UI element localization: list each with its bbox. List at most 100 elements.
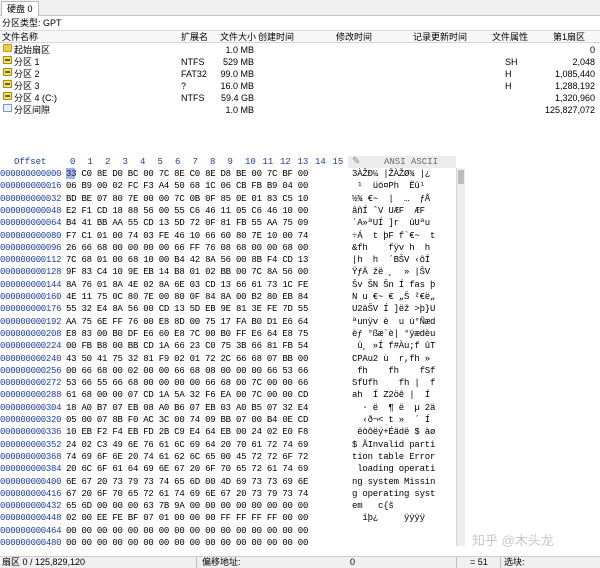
hex-bytes[interactable]: AA 75 6E FF 76 00 E8 8D 00 75 17 FA B0 D… xyxy=(66,316,308,329)
hex-bytes[interactable]: 7C 68 01 00 68 10 00 B4 42 8A 56 00 8B F… xyxy=(66,254,308,267)
ascii-text[interactable]: loading operati xyxy=(352,463,435,476)
ascii-charset-label[interactable]: ANSI ASCII xyxy=(384,156,438,168)
ascii-text[interactable]: tion table Error xyxy=(352,451,435,464)
hex-bytes[interactable]: 24 02 C3 49 6E 76 61 6C 69 64 20 70 61 7… xyxy=(66,439,308,452)
ascii-text[interactable]: ¹ üó¤Ph Ëû¹ xyxy=(352,180,425,193)
partition-row[interactable]: 分区 3? 16.0 MB H 1,288,192 xyxy=(0,80,600,92)
ascii-text[interactable]: SfUfh fh | f xyxy=(352,377,435,390)
column-header-size[interactable]: 文件大小 xyxy=(220,31,256,43)
hex-bytes[interactable]: 61 68 00 00 07 CD 1A 5A 32 F6 EA 00 7C 0… xyxy=(66,389,308,402)
hex-bytes[interactable]: 20 6C 6F 61 64 69 6E 67 20 6F 70 65 72 6… xyxy=(66,463,308,476)
scrollbar-thumb[interactable] xyxy=(458,170,464,184)
hex-bytes[interactable]: E8 83 00 B0 DF E6 60 E8 7C 00 B0 FF E6 6… xyxy=(66,328,308,341)
hex-bytes[interactable]: 55 32 E4 8A 56 00 CD 13 5D EB 9E 81 3E F… xyxy=(66,303,308,316)
ascii-text[interactable]: N u €~ € „Š ²€ë„ xyxy=(352,291,435,304)
ascii-text[interactable]: ‹ð¬< t » ´ Í xyxy=(352,414,430,427)
ascii-text[interactable]: 3ÀŽÐ¼ |ŽÀŽØ¾ |¿ xyxy=(352,168,430,181)
status-bar: 扇区 0 / 125,829,120 偏移地址: 0 = 51 选块: xyxy=(0,556,600,568)
column-header-name[interactable]: 文件名称 xyxy=(2,31,38,43)
hex-column-number: 10 xyxy=(245,157,256,167)
partition-ext: ? xyxy=(181,81,187,91)
column-header-attributes[interactable]: 文件属性 xyxy=(492,31,528,43)
partition-row[interactable]: 分区 2 FAT32 99.0 MB H 1,085,440 xyxy=(0,68,600,80)
column-header-modified[interactable]: 修改时间 xyxy=(336,31,372,43)
partition-row[interactable]: 起始扇区 1.0 MB 0 xyxy=(0,44,600,56)
partition-size: 16.0 MB xyxy=(220,81,254,91)
hex-bytes[interactable]: 4E 11 75 0C 80 7E 00 80 0F 84 8A 00 B2 8… xyxy=(66,291,308,304)
column-header-created[interactable]: 创建时间 xyxy=(258,31,294,43)
hex-bytes[interactable]: 74 69 6F 6E 20 74 61 62 6C 65 00 45 72 7… xyxy=(66,451,308,464)
partition-table: 文件名称 扩展名 文件大小 创建时间 修改时间 记录更新时间 文件属性 第1扇区… xyxy=(0,30,600,158)
hex-bytes[interactable]: 9F 83 C4 10 9E EB 14 B8 01 02 BB 00 7C 8… xyxy=(66,266,308,279)
hex-bytes[interactable]: 02 00 EE FE BF 07 01 00 00 00 FF FF FF F… xyxy=(66,512,308,525)
column-header-record-updated[interactable]: 记录更新时间 xyxy=(413,31,467,43)
status-divider xyxy=(500,557,501,568)
hex-bytes[interactable]: BD BE 07 80 7E 00 00 7C 0B 0F 85 0E 01 8… xyxy=(66,193,308,206)
hex-bytes[interactable]: 43 50 41 75 32 81 F9 02 01 72 2C 66 68 0… xyxy=(66,353,308,366)
ascii-text[interactable]: âñÍ ˆV UÆF ÆF xyxy=(352,205,425,218)
status-divider xyxy=(456,557,457,568)
hex-bytes[interactable]: 00 00 00 00 00 00 00 00 00 00 00 00 00 0… xyxy=(66,525,308,538)
ascii-text[interactable]: ´A»ªUÍ ]r ûUªu xyxy=(352,217,430,230)
right-empty-pane xyxy=(466,156,600,546)
ascii-text[interactable]: Šv ŠN Šn Í fas þ xyxy=(352,279,435,292)
ascii-text[interactable]: g operating syst xyxy=(352,488,435,501)
hex-bytes[interactable]: 33 C0 8E D0 BC 00 7C 8E C0 8E D8 BE 00 7… xyxy=(66,168,308,181)
ascii-text[interactable]: em c{š xyxy=(352,500,394,513)
hex-bytes[interactable]: 05 00 07 8B F0 AC 3C 00 74 09 BB 07 00 B… xyxy=(66,414,308,427)
tab-disk-0[interactable]: 硬盘 0 xyxy=(1,1,39,16)
hex-bytes[interactable]: 26 66 68 00 00 00 00 66 FF 76 08 68 00 0… xyxy=(66,242,308,255)
ascii-text[interactable]: · ë ¶ ë µ 2ä xyxy=(352,402,435,415)
partition-first-sector: 1,085,440 xyxy=(554,69,595,79)
ascii-text[interactable]: îþ¿ ÿÿÿÿ xyxy=(352,512,425,525)
hex-bytes[interactable]: 8A 76 01 8A 4E 02 8A 6E 03 CD 13 66 61 7… xyxy=(66,279,308,292)
ascii-text[interactable]: ah Í Z2öê | Í xyxy=(352,389,430,402)
hex-bytes[interactable]: 00 00 00 00 00 00 00 00 00 00 00 00 00 0… xyxy=(66,537,308,550)
hex-offset: 000000000272 xyxy=(0,378,62,389)
hex-column-number: 9 xyxy=(227,157,233,167)
hex-cursor xyxy=(66,168,75,179)
hex-bytes[interactable]: 18 A0 B7 07 EB 08 A0 B6 07 EB 03 A0 B5 0… xyxy=(66,402,308,415)
ascii-text[interactable]: U2äŠV Í ]ëž >þ}U xyxy=(352,303,435,316)
hex-bytes[interactable]: F7 C1 01 00 74 03 FE 46 10 66 60 80 7E 1… xyxy=(66,230,308,243)
hex-offset: 000000000032 xyxy=(0,193,62,204)
hex-column-number: 8 xyxy=(210,157,216,167)
partition-name: 分区间隙 xyxy=(14,105,51,115)
hex-offset: 000000000192 xyxy=(0,316,62,327)
hex-bytes[interactable]: 06 B9 00 02 FC F3 A4 50 68 1C 06 CB FB B… xyxy=(66,180,308,193)
hex-bytes[interactable]: 00 66 68 00 02 00 00 66 68 08 00 00 00 6… xyxy=(66,365,308,378)
hex-bytes[interactable]: E2 F1 CD 18 88 56 00 55 C6 46 11 05 C6 4… xyxy=(66,205,308,218)
hex-bytes[interactable]: 67 20 6F 70 65 72 61 74 69 6E 67 20 73 7… xyxy=(66,488,308,501)
ascii-text[interactable]: |h h ´BŠV ‹ôÍ xyxy=(352,254,430,267)
column-header-first-sector[interactable]: 第1扇区 xyxy=(553,31,585,43)
ascii-text[interactable]: èƒ °ßæ`è| °ÿædèu xyxy=(352,328,435,341)
partition-row[interactable]: 分区间隙 1.0 MB 125,827,072 xyxy=(0,104,600,116)
vertical-scrollbar[interactable] xyxy=(456,168,465,546)
edit-pen-icon[interactable]: ✎ xyxy=(352,156,360,168)
hex-bytes[interactable]: B4 41 BB AA 55 CD 13 5D 72 0F 81 FB 55 A… xyxy=(66,217,308,230)
ascii-text[interactable]: CPAu2 ù r,fh » xyxy=(352,353,430,366)
ascii-text[interactable]: fh fh fSf xyxy=(352,365,435,378)
ascii-text[interactable]: ªunÿv è u ú°Ñæd xyxy=(352,316,435,329)
ascii-text[interactable]: û¸ »Í f#Àu;f ûT xyxy=(352,340,435,353)
ascii-text[interactable]: ng system Missin xyxy=(352,476,435,489)
ascii-text[interactable]: $ ÃInvalid parti xyxy=(352,439,435,452)
ascii-text[interactable]: ëòôëý+Éädë $ àø xyxy=(352,426,435,439)
hex-bytes[interactable]: 53 66 55 66 68 00 00 00 00 66 68 00 7C 0… xyxy=(66,377,308,390)
disk-tab-bar: 硬盘 0 xyxy=(0,0,600,16)
hex-bytes[interactable]: 00 FB B8 00 BB CD 1A 66 23 C0 75 3B 66 8… xyxy=(66,340,308,353)
folder-icon xyxy=(3,44,12,52)
ascii-text[interactable]: &fh fÿv h h xyxy=(352,242,430,255)
hex-column-number: 5 xyxy=(157,157,163,167)
ascii-text[interactable]: ÷Á t þF f`€~ t xyxy=(352,230,435,243)
hex-bytes[interactable]: 65 6D 00 00 00 63 7B 9A 00 00 00 00 00 0… xyxy=(66,500,308,513)
hex-bytes[interactable]: 10 EB F2 F4 EB FD 2B C9 E4 64 EB 00 24 0… xyxy=(66,426,308,439)
partition-row[interactable]: 分区 1 NTFS 529 MB SH 2,048 xyxy=(0,56,600,68)
ascii-text[interactable]: ½¾ €~ | … ƒÅ xyxy=(352,193,430,206)
hex-offset: 000000000416 xyxy=(0,488,62,499)
hex-offset: 000000000208 xyxy=(0,328,62,339)
ascii-text[interactable]: ŸƒÄ žë ¸ » |ŠV xyxy=(352,266,430,279)
partition-row[interactable]: 分区 4 (C:) NTFS 59.4 GB 1,320,960 xyxy=(0,92,600,104)
column-header-ext[interactable]: 扩展名 xyxy=(181,31,208,43)
hex-bytes[interactable]: 6E 67 20 73 79 73 74 65 6D 00 4D 69 73 7… xyxy=(66,476,308,489)
